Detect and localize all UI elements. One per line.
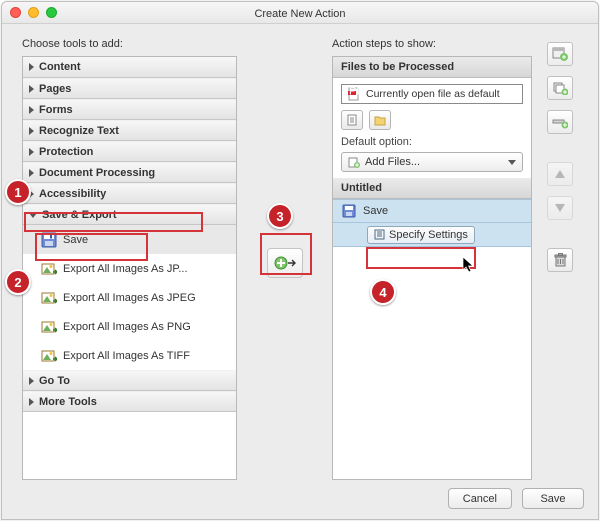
mouse-cursor-icon [462, 256, 476, 274]
close-window-icon[interactable] [10, 7, 21, 18]
folder-icon [373, 113, 387, 127]
export-image-icon [41, 319, 57, 335]
specify-settings-row: Specify Settings [333, 223, 531, 247]
specify-settings-button[interactable]: Specify Settings [367, 226, 475, 244]
tool-label: Export All Images As PNG [63, 321, 191, 333]
default-option-label: Default option: [341, 136, 523, 148]
stack-plus-icon [552, 81, 568, 95]
cat-accessibility[interactable]: Accessibility [23, 183, 236, 204]
add-divider-button[interactable] [547, 110, 573, 134]
cancel-button[interactable]: Cancel [448, 488, 512, 509]
panel-plus-icon [552, 47, 568, 61]
chevron-right-icon [29, 63, 34, 71]
chevron-right-icon [29, 85, 34, 93]
middle-column [237, 38, 332, 278]
zoom-window-icon[interactable] [46, 7, 57, 18]
dropdown-label: Add Files... [365, 156, 420, 168]
steps-column: Action steps to show: Files to be Proces… [332, 38, 532, 480]
dialog-window: Create New Action Choose tools to add: C… [1, 1, 599, 520]
floppy-disk-icon [41, 232, 57, 248]
minimize-window-icon[interactable] [28, 7, 39, 18]
chevron-down-icon [29, 213, 37, 218]
annotation-2: 2 [5, 269, 31, 295]
annotation-3: 3 [267, 203, 293, 229]
step-save[interactable]: Save [333, 199, 531, 223]
tool-label: Export All Images As JPEG [63, 292, 196, 304]
move-up-button[interactable] [547, 162, 573, 186]
add-folder-button[interactable] [369, 110, 391, 130]
chevron-down-icon [508, 160, 516, 165]
cat-content[interactable]: Content [23, 57, 236, 78]
export-image-icon [41, 290, 57, 306]
svg-text:PDF: PDF [349, 87, 361, 98]
document-icon [345, 113, 359, 127]
specify-label: Specify Settings [389, 229, 468, 241]
pdf-file-icon: PDF [346, 86, 362, 102]
step-label: Save [363, 205, 388, 217]
cat-save-export[interactable]: Save & Export [23, 204, 236, 225]
tool-export-tiff[interactable]: Export All Images As TIFF [23, 341, 236, 370]
steps-heading: Action steps to show: [332, 38, 532, 50]
side-buttons [540, 38, 580, 272]
tools-column: Choose tools to add: Content Pages Forms… [22, 38, 237, 480]
chevron-right-icon [29, 377, 34, 385]
add-arrow-icon [273, 254, 297, 272]
window-title: Create New Action [254, 8, 345, 20]
tool-label: Save [63, 234, 88, 246]
tools-list: Content Pages Forms Recognize Text Prote… [22, 56, 237, 480]
chevron-right-icon [29, 398, 34, 406]
tool-export-jp2[interactable]: Export All Images As JP... [23, 254, 236, 283]
floppy-disk-icon [341, 203, 357, 219]
cat-recognize-text[interactable]: Recognize Text [23, 120, 236, 141]
default-option-dropdown[interactable]: Add Files... [341, 152, 523, 172]
current-file-label: Currently open file as default [366, 88, 500, 100]
add-step-button[interactable] [267, 248, 303, 278]
tool-export-png[interactable]: Export All Images As PNG [23, 312, 236, 341]
dialog-body: Choose tools to add: Content Pages Forms… [2, 24, 598, 519]
chevron-right-icon [29, 169, 34, 177]
current-file-field[interactable]: PDF Currently open file as default [341, 84, 523, 104]
add-panel-button[interactable] [547, 42, 573, 66]
window-controls [10, 7, 57, 18]
triangle-down-icon [554, 203, 566, 213]
add-files-icon [348, 156, 360, 168]
tool-label: Export All Images As TIFF [63, 350, 190, 362]
cat-document-processing[interactable]: Document Processing [23, 162, 236, 183]
save-button[interactable]: Save [522, 488, 584, 509]
tool-export-jpeg[interactable]: Export All Images As JPEG [23, 283, 236, 312]
triangle-up-icon [554, 169, 566, 179]
move-down-button[interactable] [547, 196, 573, 220]
cat-more-tools[interactable]: More Tools [23, 391, 236, 412]
cat-goto[interactable]: Go To [23, 370, 236, 391]
cat-protection[interactable]: Protection [23, 141, 236, 162]
untitled-header: Untitled [333, 178, 531, 199]
steps-list: Files to be Processed PDF Currently open… [332, 56, 532, 480]
chevron-right-icon [29, 106, 34, 114]
export-image-icon [41, 261, 57, 277]
files-panel: PDF Currently open file as default Defau… [333, 78, 531, 178]
add-file-button[interactable] [341, 110, 363, 130]
tool-save[interactable]: Save [23, 225, 236, 254]
dialog-footer: Cancel Save [448, 488, 584, 509]
trash-icon [554, 253, 567, 267]
tools-heading: Choose tools to add: [22, 38, 237, 50]
add-document-panel-button[interactable] [547, 76, 573, 100]
chevron-right-icon [29, 148, 34, 156]
annotation-1: 1 [5, 179, 31, 205]
delete-step-button[interactable] [547, 248, 573, 272]
tool-label: Export All Images As JP... [63, 263, 188, 275]
settings-list-icon [374, 229, 385, 240]
chevron-right-icon [29, 127, 34, 135]
export-image-icon [41, 348, 57, 364]
titlebar: Create New Action [2, 2, 598, 24]
cat-pages[interactable]: Pages [23, 78, 236, 99]
annotation-4: 4 [370, 279, 396, 305]
divider-plus-icon [552, 115, 568, 129]
cat-forms[interactable]: Forms [23, 99, 236, 120]
files-header: Files to be Processed [333, 57, 531, 78]
save-export-items: Save Export All Images As JP... Export A… [23, 225, 236, 370]
